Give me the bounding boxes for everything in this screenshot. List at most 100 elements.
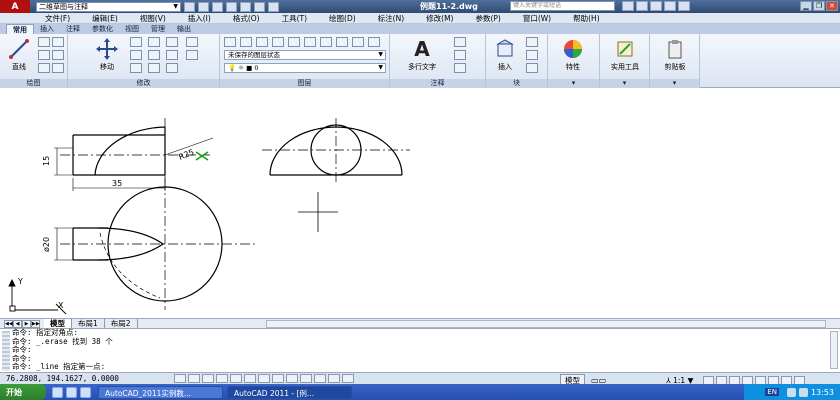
command-scrollbar[interactable] — [830, 331, 838, 369]
lineweight-icon[interactable] — [300, 374, 312, 383]
edit-block-icon[interactable] — [526, 50, 538, 60]
layer-match-icon[interactable] — [320, 37, 332, 47]
attribute-icon[interactable] — [526, 63, 538, 73]
menu-file[interactable]: 文件(F) — [45, 13, 70, 24]
annotation-panel-title[interactable]: 注释 — [390, 79, 485, 88]
tab-insert[interactable]: 插入 — [34, 24, 60, 34]
undo-icon[interactable] — [254, 1, 265, 12]
ellipse-icon[interactable] — [52, 63, 64, 73]
hatch-icon[interactable] — [52, 50, 64, 60]
menu-dimension[interactable]: 标注(N) — [378, 13, 404, 24]
menu-parametric[interactable]: 参数(P) — [475, 13, 500, 24]
layer-off-icon[interactable] — [256, 37, 268, 47]
first-tab-icon[interactable]: ◀◀ — [4, 319, 13, 328]
object-snap-icon[interactable] — [230, 374, 242, 383]
tab-home[interactable]: 常用 — [6, 24, 34, 34]
ortho-mode-icon[interactable] — [202, 374, 214, 383]
offset-icon[interactable] — [186, 50, 198, 60]
last-tab-icon[interactable]: ▶▶ — [31, 319, 40, 328]
layer-state-icon[interactable] — [240, 37, 252, 47]
layer-isolate-icon[interactable] — [272, 37, 284, 47]
dimension-icon[interactable] — [454, 37, 466, 47]
tab-annotate[interactable]: 注释 — [60, 24, 86, 34]
leader-icon[interactable] — [454, 50, 466, 60]
menu-modify[interactable]: 修改(M) — [426, 13, 453, 24]
mail-icon[interactable] — [66, 386, 77, 398]
layer-lock-icon[interactable] — [304, 37, 316, 47]
mtext-button[interactable]: A 多行文字 — [400, 36, 444, 74]
layer-walk-icon[interactable] — [352, 37, 364, 47]
application-menu-button[interactable]: A — [0, 0, 30, 13]
horizontal-scrollbar[interactable] — [266, 319, 826, 328]
restore-button[interactable]: ❐ — [813, 1, 825, 11]
layer-freeze-icon[interactable] — [288, 37, 300, 47]
redo-icon[interactable] — [268, 1, 279, 12]
quick-properties-icon[interactable] — [328, 374, 340, 383]
close-button[interactable]: ✕ — [826, 1, 838, 11]
rectangle-icon[interactable] — [52, 37, 64, 47]
menu-draw[interactable]: 绘图(D) — [329, 13, 356, 24]
trim-icon[interactable] — [148, 37, 160, 47]
layer-previous-icon[interactable] — [336, 37, 348, 47]
drawing-canvas[interactable]: 15 35 R25 ø20 Y X — [0, 88, 840, 318]
menu-insert[interactable]: 插入(I) — [188, 13, 211, 24]
search-icon[interactable] — [622, 1, 634, 11]
clipboard-panel-title[interactable]: ▾ — [650, 79, 699, 88]
dynamic-input-icon[interactable] — [286, 374, 298, 383]
layer-state-select[interactable]: 未保存的图层状态 ▼ — [224, 50, 386, 60]
polar-tracking-icon[interactable] — [216, 374, 228, 383]
circle-icon[interactable] — [38, 50, 50, 60]
mirror-icon[interactable] — [148, 50, 160, 60]
open-file-icon[interactable] — [198, 1, 209, 12]
grid-display-icon[interactable] — [188, 374, 200, 383]
workspace-select[interactable]: 二维草图与注释 ▼ — [36, 1, 181, 12]
dynamic-ucs-icon[interactable] — [272, 374, 284, 383]
menu-edit[interactable]: 编辑(E) — [92, 13, 118, 24]
help-icon[interactable] — [678, 1, 690, 11]
prev-tab-icon[interactable]: ◀ — [13, 319, 22, 328]
next-tab-icon[interactable]: ▶ — [22, 319, 31, 328]
table-icon[interactable] — [454, 63, 466, 73]
desktop-icon[interactable] — [80, 386, 91, 398]
create-block-icon[interactable] — [526, 37, 538, 47]
drawing-svg[interactable]: 15 35 R25 ø20 Y X — [0, 88, 840, 318]
scale-icon[interactable] — [148, 63, 160, 73]
command-window-grip[interactable] — [2, 331, 10, 371]
taskbar-item-document[interactable]: AutoCAD_2011实例教... — [98, 385, 223, 399]
move-button[interactable]: 移动 — [90, 36, 124, 74]
start-button[interactable]: 开始 — [0, 384, 46, 400]
snap-mode-icon[interactable] — [174, 374, 186, 383]
tab-layout2[interactable]: 布局2 — [105, 319, 138, 328]
polyline-icon[interactable] — [38, 37, 50, 47]
block-panel-title[interactable]: 块 — [486, 79, 547, 88]
3d-object-snap-icon[interactable] — [244, 374, 256, 383]
layer-panel-title[interactable]: 图层 — [220, 79, 389, 88]
menu-format[interactable]: 格式(O) — [233, 13, 260, 24]
insert-block-button[interactable]: 插入 — [488, 36, 522, 74]
browser-icon[interactable] — [52, 386, 63, 398]
command-input[interactable]: 命令: _line 指定第一点: — [12, 363, 113, 372]
tab-output[interactable]: 输出 — [171, 24, 197, 34]
explode-icon[interactable] — [186, 37, 198, 47]
menu-tools[interactable]: 工具(T) — [282, 13, 307, 24]
transparency-icon[interactable] — [314, 374, 326, 383]
taskbar-item-autocad[interactable]: AutoCAD 2011 - [例... — [227, 385, 352, 399]
selection-cycling-icon[interactable] — [342, 374, 354, 383]
utilities-button[interactable]: 实用工具 — [608, 36, 642, 74]
erase-icon[interactable] — [166, 37, 178, 47]
draw-panel-title[interactable]: 绘图 — [0, 79, 67, 88]
clock[interactable]: 13:53 — [811, 388, 834, 397]
menu-view[interactable]: 视图(V) — [140, 13, 166, 24]
coordinate-readout[interactable]: 76.2808, 194.1627, 0.0000 — [6, 374, 166, 383]
tab-manage[interactable]: 管理 — [145, 24, 171, 34]
tab-parametric[interactable]: 参数化 — [86, 24, 119, 34]
menu-window[interactable]: 窗口(W) — [523, 13, 551, 24]
fillet-icon[interactable] — [166, 50, 178, 60]
layer-properties-icon[interactable] — [224, 37, 236, 47]
utilities-panel-title[interactable]: ▾ — [600, 79, 649, 88]
new-file-icon[interactable] — [184, 1, 195, 12]
tab-model[interactable]: 模型 — [44, 319, 72, 328]
communication-icon[interactable] — [650, 1, 662, 11]
rotate-icon[interactable] — [130, 37, 142, 47]
save-icon[interactable] — [212, 1, 223, 12]
